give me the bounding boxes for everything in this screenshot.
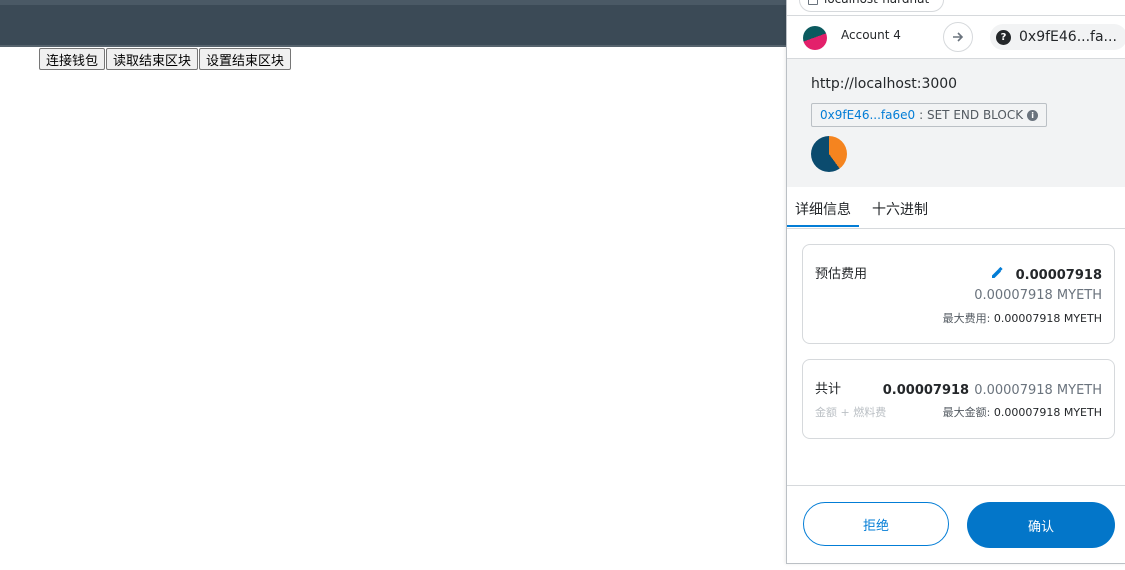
confirm-button[interactable]: 确认 <box>967 502 1115 548</box>
footer-divider <box>787 485 1125 486</box>
recipient-pill[interactable]: ? 0x9fE46...fa... <box>990 24 1125 50</box>
account-avatar <box>803 26 827 50</box>
connect-wallet-button[interactable]: 连接钱包 <box>39 48 106 70</box>
contract-address-link[interactable]: 0x9fE46...fa6e0 <box>820 108 915 122</box>
fee-max-value: 0.00007918 MYETH <box>993 312 1102 325</box>
dapp-button-row: 连接钱包 读取结束区块 设置结束区块 <box>39 48 292 70</box>
recipient-address: 0x9fE46...fa... <box>1019 29 1117 45</box>
method-pill: 0x9fE46...fa6e0 : SET END BLOCK i <box>811 103 1048 127</box>
tab-details[interactable]: 详细信息 <box>795 199 851 219</box>
site-favicon-icon <box>808 0 818 5</box>
account-name: Account 4 <box>841 28 901 42</box>
total-max-value: 0.00007918 MYETH <box>993 406 1102 419</box>
contract-identicon <box>811 136 847 172</box>
fee-amount-eth: 0.00007918 MYETH <box>974 288 1102 303</box>
total-label: 共计 <box>815 382 842 397</box>
total-sub-label: 金额 + 燃料费 <box>815 406 887 419</box>
details-tabs: 详细信息 十六进制 <box>787 188 1125 229</box>
origin-label: localhost-hardhat <box>824 0 929 6</box>
total-amount-row: 0.00007918 0.00007918 MYETH <box>883 379 1102 398</box>
account-row: Account 4 ? 0x9fE46...fa... <box>787 16 1125 59</box>
tab-hex[interactable]: 十六进制 <box>872 199 928 219</box>
fee-max-row: 最大费用: 0.00007918 MYETH <box>943 310 1102 326</box>
metamask-confirm-popup: localhost-hardhat Account 4 ? 0x9fE46...… <box>786 0 1125 564</box>
edit-pencil-icon[interactable] <box>991 266 1003 283</box>
transaction-summary: http://localhost:3000 0x9fE46...fa6e0 : … <box>787 59 1125 187</box>
total-max-label: 最大金额: <box>942 406 991 419</box>
reject-button[interactable]: 拒绝 <box>803 502 949 546</box>
fee-amount-row: 0.00007918 <box>991 264 1102 283</box>
info-icon[interactable]: i <box>1027 109 1039 121</box>
total-max-row: 最大金额: 0.00007918 MYETH <box>943 404 1102 420</box>
total-amount-eth: 0.00007918 MYETH <box>974 383 1102 398</box>
active-tab-indicator <box>787 225 859 227</box>
unknown-contract-icon: ? <box>996 29 1011 45</box>
fee-label: 预估费用 <box>815 267 868 282</box>
total-card: 共计 0.00007918 0.00007918 MYETH 金额 + 燃料费 … <box>802 359 1115 439</box>
fee-amount: 0.00007918 <box>1015 268 1102 283</box>
fee-max-label: 最大费用: <box>942 312 991 325</box>
site-url: http://localhost:3000 <box>811 76 958 92</box>
set-end-block-button[interactable]: 设置结束区块 <box>199 48 292 70</box>
read-end-block-button[interactable]: 读取结束区块 <box>106 48 199 70</box>
method-name: : SET END BLOCK <box>919 108 1024 122</box>
origin-pill: localhost-hardhat <box>799 0 945 12</box>
estimated-fee-card: 预估费用 0.00007918 0.00007918 MYETH 最大费用: 0… <box>802 244 1115 344</box>
total-amount: 0.00007918 <box>882 383 970 398</box>
arrow-right-icon <box>943 22 973 52</box>
